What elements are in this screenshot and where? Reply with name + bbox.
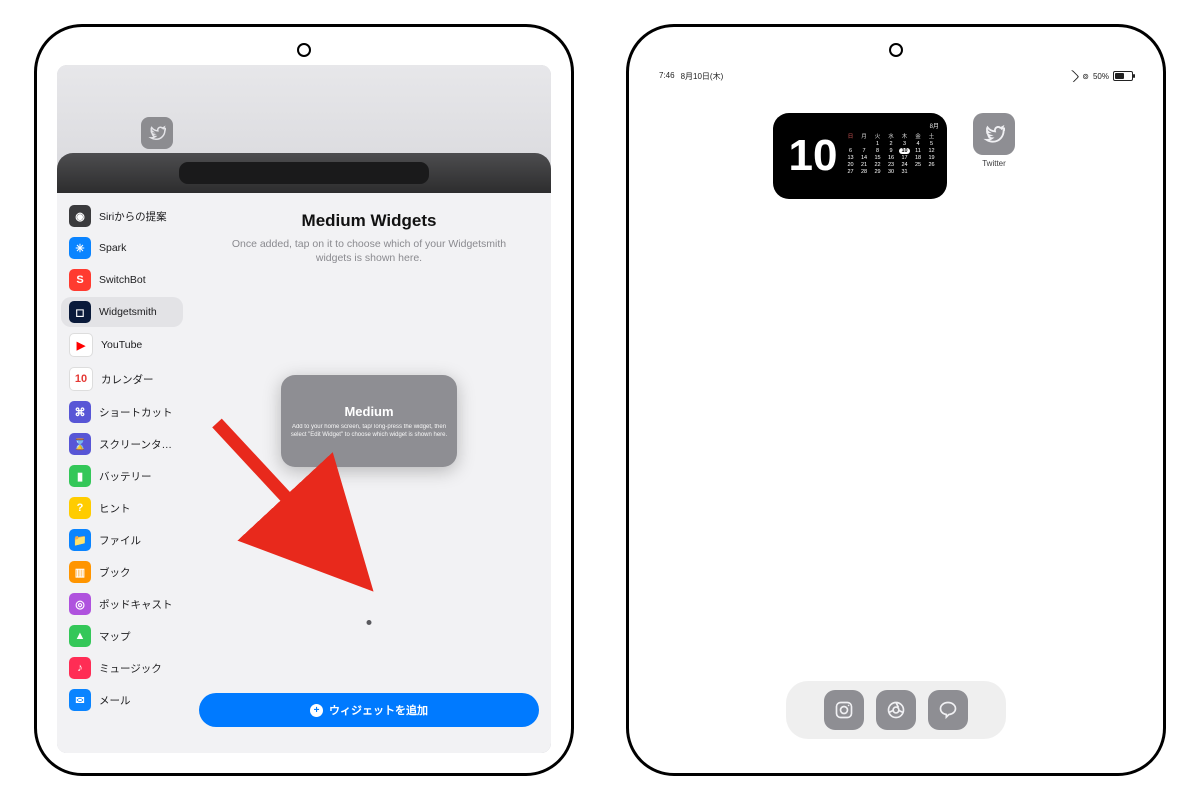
sidebar-item-5[interactable]: 10 カレンダー [61, 363, 183, 395]
widget-preview-title: Medium [344, 404, 393, 419]
app-icon: ? [69, 497, 91, 519]
sidebar-item-14[interactable]: ♪ ミュージック [61, 653, 183, 683]
sidebar-item-10[interactable]: 📁 ファイル [61, 525, 183, 555]
add-widget-label: ウィジェットを追加 [329, 702, 428, 718]
app-sidebar: ◉ Siriからの提案 ✳ Spark S SwitchBot ◻ Widgetsmith ▶ Y… [57, 193, 187, 753]
status-battery-pct: 50% [1093, 72, 1109, 81]
status-time: 7:46 [659, 71, 675, 82]
app-icon: ▶ [69, 333, 93, 357]
camera-dot [297, 43, 311, 57]
app-icon: S [69, 269, 91, 291]
app-icon: ▥ [69, 561, 91, 583]
sidebar-item-8[interactable]: ▮ バッテリー [61, 461, 183, 491]
sidebar-item-7[interactable]: ⌛ スクリーンタ… [61, 429, 183, 459]
sidebar-item-3[interactable]: ◻ Widgetsmith [61, 297, 183, 327]
screen-right: 7:46 8月10日(木) ⊚ 50% 10 8月日月火水木金土12345678… [649, 65, 1143, 753]
wifi-icon [1068, 72, 1078, 80]
app-label: Spark [99, 242, 126, 254]
app-label: ポッドキャスト [99, 597, 173, 612]
widget-preview-body: Add to your home screen, tap/ long-press… [289, 423, 449, 439]
app-label: SwitchBot [99, 274, 146, 286]
app-icon: ◻ [69, 301, 91, 323]
sidebar-item-15[interactable]: ✉ メール [61, 685, 183, 715]
widget-picker-sheet: ◉ Siriからの提案 ✳ Spark S SwitchBot ◻ Widgetsmith ▶ Y… [57, 153, 551, 753]
app-icon: 📁 [69, 529, 91, 551]
sidebar-item-6[interactable]: ⌘ ショートカット [61, 397, 183, 427]
sidebar-item-9[interactable]: ? ヒント [61, 493, 183, 523]
app-label: ショートカット [99, 405, 173, 420]
widget-subtitle: Once added, tap on it to choose which of… [224, 237, 514, 265]
app-icon: ✉ [69, 689, 91, 711]
status-bar: 7:46 8月10日(木) ⊚ 50% [649, 69, 1143, 83]
app-icon: ♪ [69, 657, 91, 679]
app-label: バッテリー [99, 469, 152, 484]
app-label: マップ [99, 629, 131, 644]
app-label: ブック [99, 565, 131, 580]
dock-instagram-icon[interactable] [824, 690, 864, 730]
dock-chrome-icon[interactable] [876, 690, 916, 730]
sidebar-item-13[interactable]: ▲ マップ [61, 621, 183, 651]
camera-dot [889, 43, 903, 57]
sidebar-item-0[interactable]: ◉ Siriからの提案 [61, 201, 183, 231]
sidebar-item-1[interactable]: ✳ Spark [61, 233, 183, 263]
sheet-header [57, 153, 551, 193]
sidebar-item-12[interactable]: ◎ ポッドキャスト [61, 589, 183, 619]
app-icon: ✳ [69, 237, 91, 259]
widget-title: Medium Widgets [302, 211, 437, 231]
app-icon: ▲ [69, 625, 91, 647]
widget-preview-medium[interactable]: Medium Add to your home screen, tap/ lon… [281, 375, 457, 467]
app-icon: ◉ [69, 205, 91, 227]
battery-icon [1113, 71, 1133, 81]
app-label: ミュージック [99, 661, 162, 676]
ipad-frame-right: 7:46 8月10日(木) ⊚ 50% 10 8月日月火水木金土12345678… [626, 24, 1166, 776]
app-label: メール [99, 693, 131, 708]
app-icon: ◎ [69, 593, 91, 615]
dock [786, 681, 1006, 739]
app-icon: ⌛ [69, 433, 91, 455]
calendar-month-grid: 8月日月火水木金土1234567891011121314151617181920… [845, 119, 939, 193]
app-label: Widgetsmith [99, 306, 157, 318]
app-label: ヒント [99, 501, 131, 516]
app-icon: ▮ [69, 465, 91, 487]
status-date: 8月10日(木) [681, 71, 724, 82]
calendar-widget[interactable]: 10 8月日月火水木金土1234567891011121314151617181… [773, 113, 947, 199]
sidebar-item-2[interactable]: S SwitchBot [61, 265, 183, 295]
dock-line-icon[interactable] [928, 690, 968, 730]
widget-detail-pane: Medium Widgets Once added, tap on it to … [187, 193, 551, 753]
twitter-icon [141, 117, 173, 149]
calendar-today-number: 10 [781, 119, 845, 193]
sidebar-item-4[interactable]: ▶ YouTube [61, 329, 183, 361]
app-label: YouTube [101, 339, 142, 351]
app-label: Siriからの提案 [99, 209, 167, 224]
app-label: スクリーンタ… [99, 437, 172, 452]
app-icon: ⌘ [69, 401, 91, 423]
sidebar-item-11[interactable]: ▥ ブック [61, 557, 183, 587]
add-widget-button[interactable]: + ウィジェットを追加 [199, 693, 539, 727]
app-icon: 10 [69, 367, 93, 391]
app-label: ファイル [99, 533, 141, 548]
twitter-app-icon[interactable] [973, 113, 1015, 155]
app-label: カレンダー [101, 372, 154, 387]
twitter-app-label: Twitter [982, 159, 1006, 168]
page-indicator-dot [367, 620, 372, 625]
plus-icon: + [310, 704, 323, 717]
ipad-frame-left: ◉ Siriからの提案 ✳ Spark S SwitchBot ◻ Widgetsmith ▶ Y… [34, 24, 574, 776]
search-input[interactable] [179, 162, 429, 184]
screen-left: ◉ Siriからの提案 ✳ Spark S SwitchBot ◻ Widgetsmith ▶ Y… [57, 65, 551, 753]
